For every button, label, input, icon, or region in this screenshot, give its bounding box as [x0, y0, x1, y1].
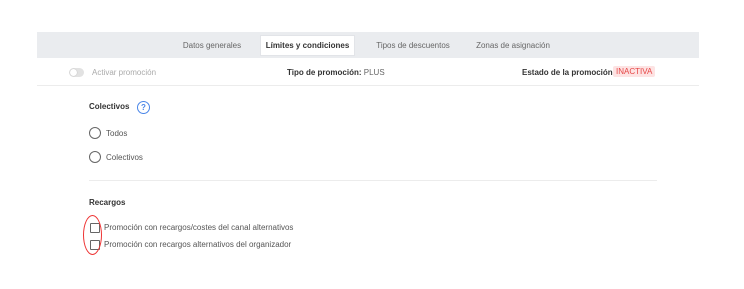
status-badge: INACTIVA	[613, 66, 656, 77]
promotion-type: Tipo de promoción: PLUS	[287, 68, 385, 77]
tab-datos-generales[interactable]: Datos generales	[175, 36, 249, 55]
promotion-state-label: Estado de la promoción:	[522, 68, 616, 77]
checkbox-option-organizador[interactable]: Promoción con recargos alternativos del …	[90, 239, 291, 250]
promotion-type-label: Tipo de promoción:	[287, 68, 362, 77]
radio-button[interactable]	[89, 127, 101, 139]
activate-promotion-label: Activar promoción	[92, 68, 157, 77]
checkbox-label-canal: Promoción con recargos/costes del canal …	[104, 223, 294, 232]
radio-label-todos: Todos	[106, 128, 128, 138]
activate-promotion-toggle[interactable]	[69, 68, 84, 77]
tab-zonas-de-asignacion[interactable]: Zonas de asignación	[471, 36, 555, 55]
promotion-type-value: PLUS	[363, 68, 385, 77]
colectivos-title: Colectivos	[89, 102, 130, 111]
promotion-info-row: Activar promoción Tipo de promoción: PLU…	[37, 60, 699, 86]
tab-tipos-de-descuentos[interactable]: Tipos de descuentos	[370, 36, 456, 55]
question-circle-icon[interactable]: ?	[137, 101, 150, 114]
radio-option-colectivos[interactable]: Colectivos	[89, 151, 143, 163]
radio-option-todos[interactable]: Todos	[89, 127, 127, 139]
red-annotation-ellipse	[83, 215, 102, 255]
radio-label-colectivos: Colectivos	[106, 152, 143, 162]
checkbox-option-canal[interactable]: Promoción con recargos/costes del canal …	[90, 222, 293, 233]
checkbox-label-organizador: Promoción con recargos alternativos del …	[104, 240, 292, 249]
tabs-bar: Datos generales Límites y condiciones Ti…	[37, 32, 699, 58]
tab-limites-y-condiciones[interactable]: Límites y condiciones	[261, 36, 354, 55]
radio-button[interactable]	[89, 151, 101, 163]
recargos-title: Recargos	[89, 198, 126, 207]
section-divider	[89, 180, 657, 181]
